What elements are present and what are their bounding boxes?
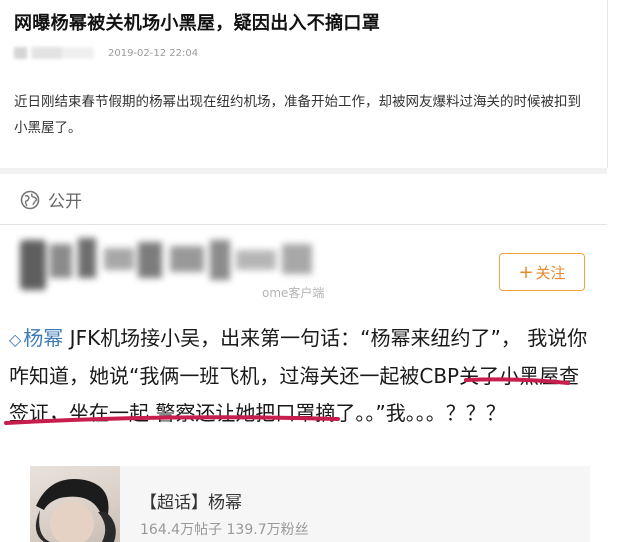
visibility-indicator: 公开 (20, 187, 82, 212)
article-date: 2019-02-12 22:04 (108, 47, 199, 59)
highlight-a: 过海关还 (279, 364, 360, 388)
topic-thumbnail (30, 466, 120, 542)
topic-card-stats: 164.4万帖子 139.7万粉丝 (140, 522, 309, 538)
visibility-label: 公开 (48, 192, 82, 212)
post-source: ome客户端 (262, 286, 325, 300)
follow-label: 关注 (535, 263, 566, 282)
article-meta: 2019-02-12 22:04 (14, 46, 198, 60)
separator-line (0, 224, 607, 225)
follow-button[interactable]: + 关注 (499, 253, 585, 291)
post-text: ◇ 杨幂 JFK机场接小吴，出来第一句话：“杨幂来纽约了”， 我说你咋知道，她说“… (9, 320, 599, 432)
section-divider (0, 168, 607, 174)
topic-link[interactable]: ◇ 杨幂 (9, 326, 63, 350)
diamond-topic-icon: ◇ (9, 330, 22, 349)
article-title[interactable]: 网曝杨幂被关机场小黑屋，疑因出入不摘口罩 (14, 9, 380, 35)
article-body: 近日刚结束春节假期的杨幂出现在纽约机场，准备开始工作，却被网友爆料过海关的时候被… (14, 94, 581, 136)
post-text-part-2: ，坐在一起 警察还让她把口罩摘了。。”我。。。？？？ (49, 401, 506, 425)
topic-name: 杨幂 (23, 326, 64, 350)
globe-icon (20, 190, 40, 209)
topic-card-title: 【超话】杨幂 (140, 493, 242, 513)
plus-icon: + (518, 261, 534, 283)
topic-card[interactable]: 【超话】杨幂 164.4万帖子 139.7万粉丝 (30, 466, 590, 542)
blurred-author (14, 47, 94, 59)
article-card: 网曝杨幂被关机场小黑屋，疑因出入不摘口罩 2019-02-12 22:04 近日… (0, 0, 608, 168)
